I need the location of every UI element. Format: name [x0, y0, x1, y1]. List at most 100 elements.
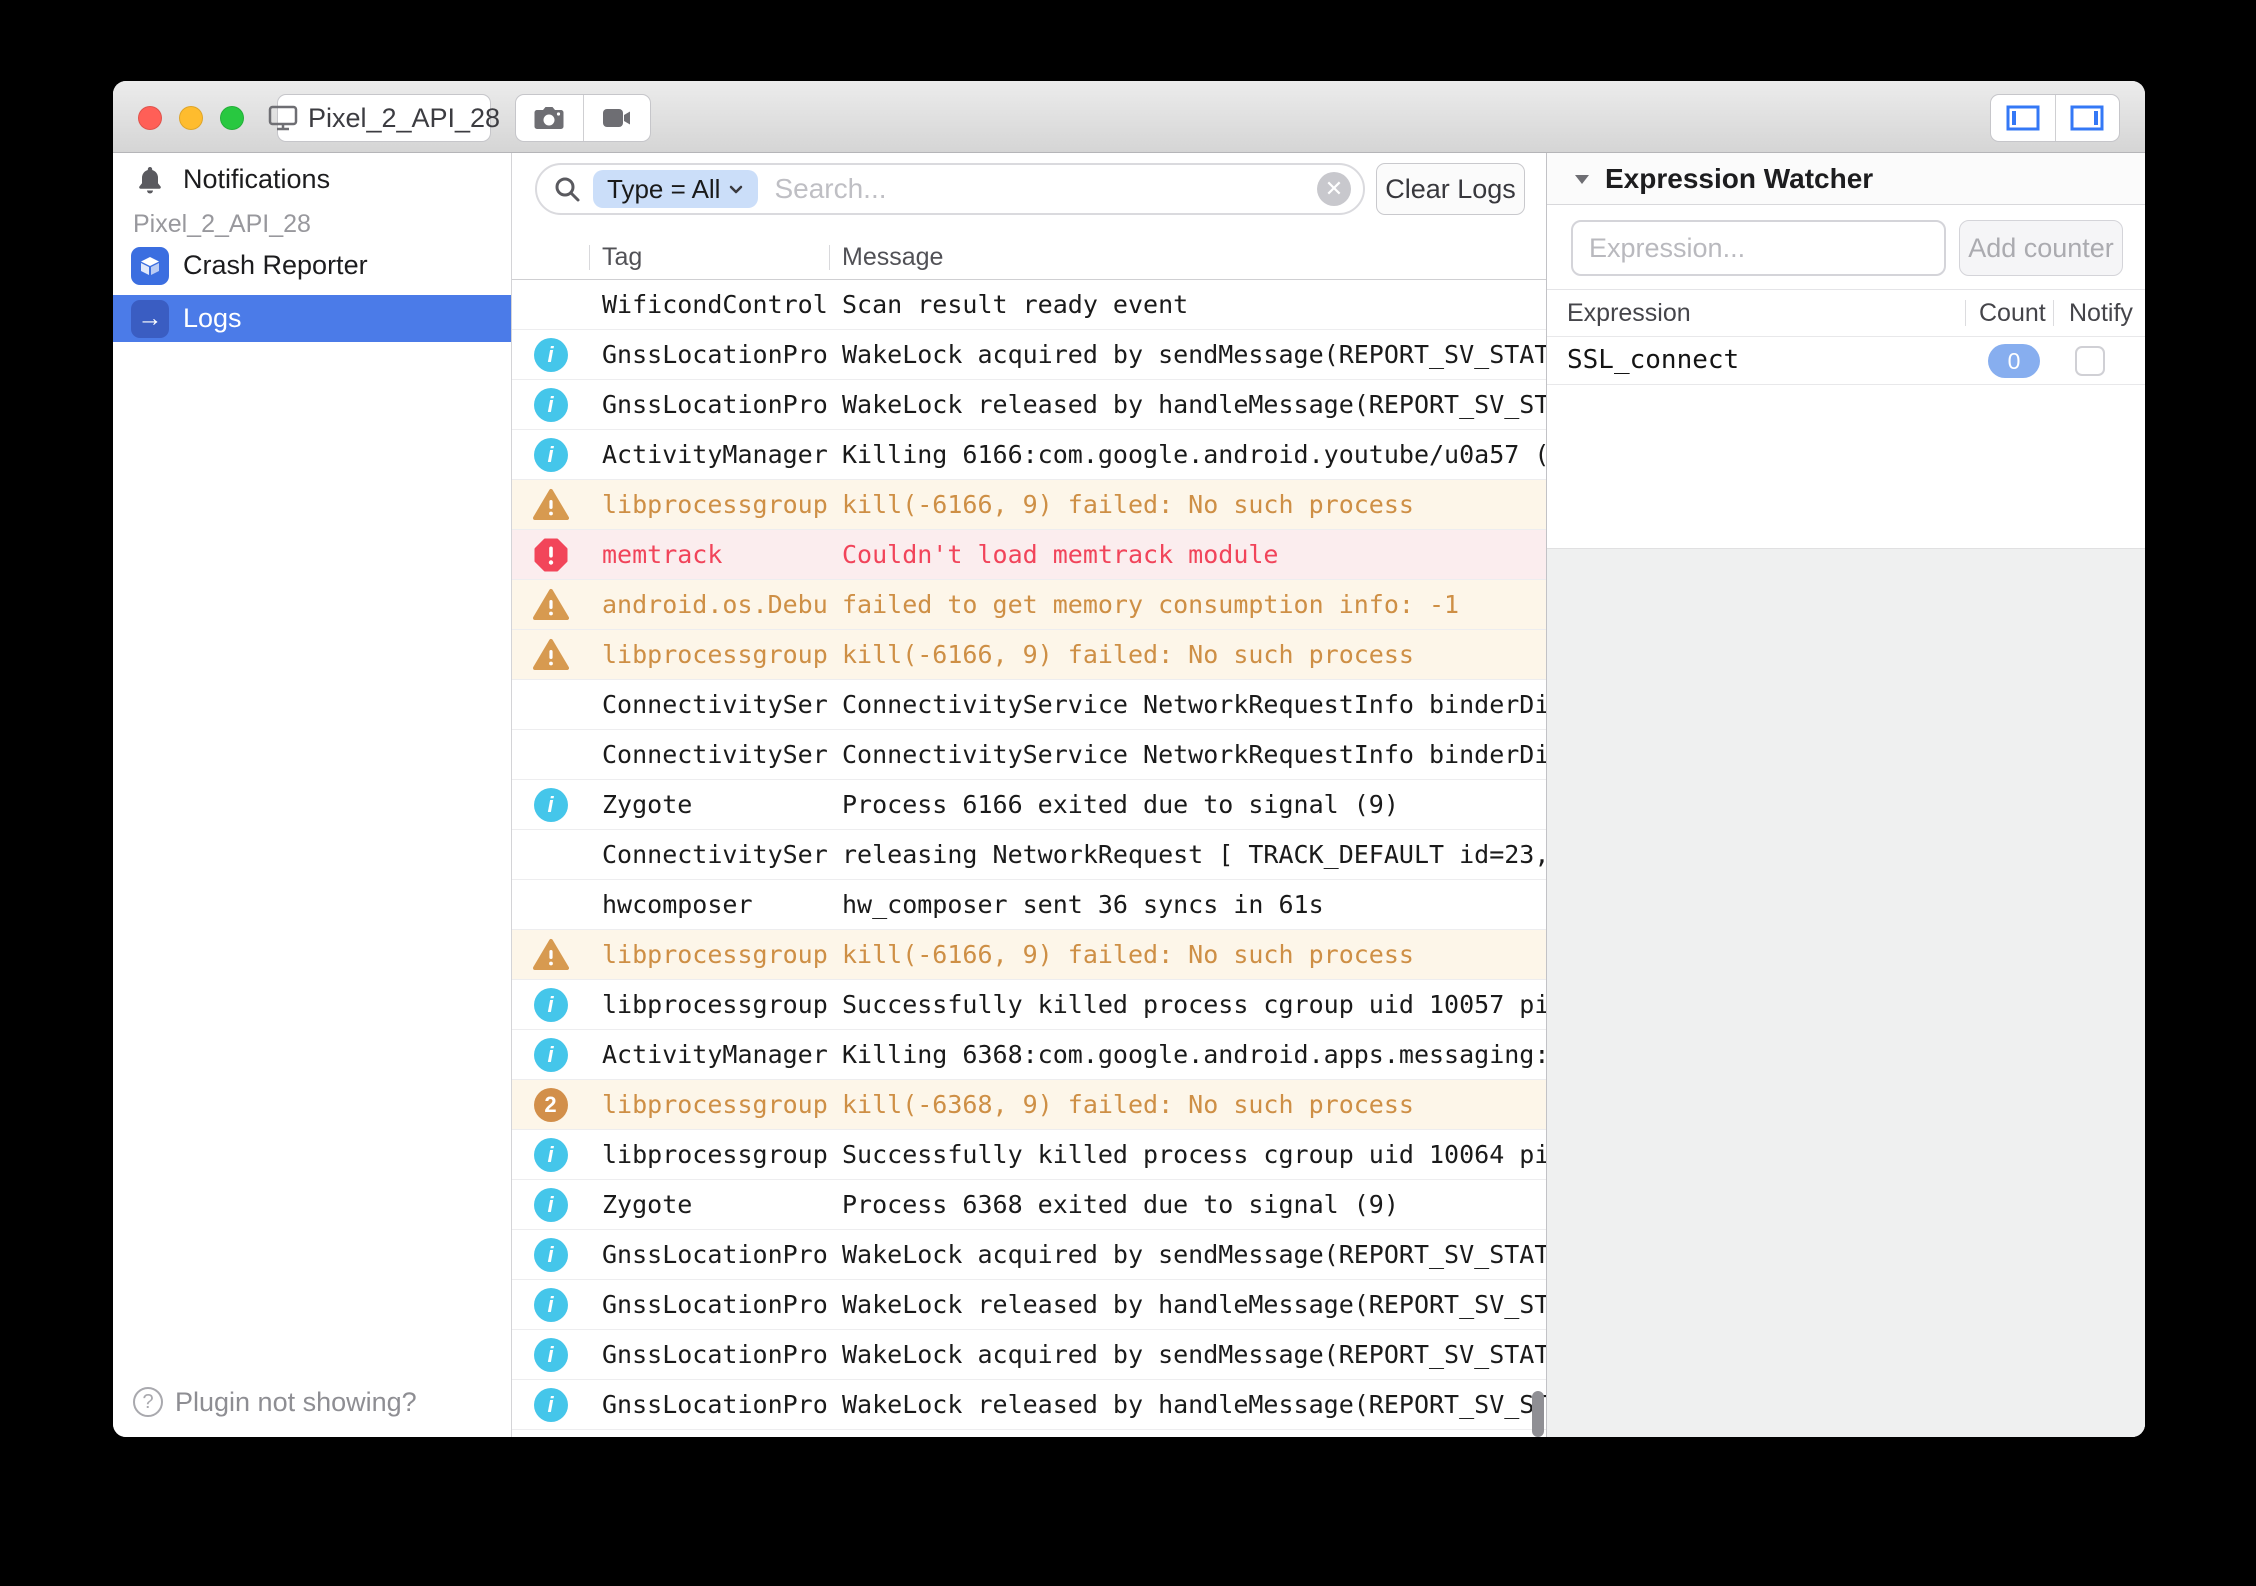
log-row[interactable]: ConnectivityServiceConnectivityService N…: [512, 680, 1546, 730]
log-row[interactable]: iZygoteProcess 6166 exited due to signal…: [512, 780, 1546, 830]
log-row[interactable]: i ZygoteProcess 6368 exited due to signal…: [512, 1180, 1546, 1230]
watched-expression: SSL_connect: [1567, 345, 1739, 375]
log-message: Couldn't load memtrack module: [829, 540, 1546, 569]
log-row[interactable]: iActivityManagerKilling 6166:com.google.…: [512, 430, 1546, 480]
log-row[interactable]: iGnssLocationProviderWakeLock released b…: [512, 1280, 1546, 1330]
log-row[interactable]: ilibprocessgroupSuccessfully killed proc…: [512, 980, 1546, 1030]
log-table-body: WificondControlScan result ready eventiG…: [512, 280, 1546, 1437]
info-icon: i: [534, 338, 568, 372]
log-row[interactable]: hwcomposerhw_composer sent 36 syncs in 6…: [512, 880, 1546, 930]
log-tag: WificondControl: [589, 290, 829, 319]
sidebar: Notifications Pixel_2_API_28 Crash Repor…: [113, 153, 512, 1437]
log-row[interactable]: iActivityManagerKilling 6368:com.google.…: [512, 1030, 1546, 1080]
log-tag: ActivityManager: [589, 1040, 829, 1069]
log-tag: ConnectivityService: [589, 840, 829, 869]
log-toolbar: Type = All ✕ Clear Logs: [512, 153, 1546, 235]
right-panel-toggle-button[interactable]: [2055, 95, 2120, 141]
info-icon: i: [534, 988, 568, 1022]
type-filter-label: Type = All: [607, 174, 720, 205]
sidebar-item-crash-reporter[interactable]: Crash Reporter: [113, 242, 511, 289]
log-row[interactable]: libprocessgroupkill(-6166, 9) failed: No…: [512, 930, 1546, 980]
sidebar-item-notifications[interactable]: Notifications: [113, 156, 511, 203]
log-tag: GnssLocationProvider: [589, 390, 829, 419]
screenshot-button[interactable]: [516, 95, 583, 141]
warning-icon: [533, 938, 569, 972]
log-tag: memtrack: [589, 540, 829, 569]
log-message: Process 6166 exited due to signal (9): [829, 790, 1546, 819]
log-row[interactable]: ilibprocessgroupSuccessfully killed proc…: [512, 1130, 1546, 1180]
log-tag: android.os.Debug: [589, 590, 829, 619]
log-tag: ConnectivityService: [589, 690, 829, 719]
bell-icon: [131, 161, 169, 199]
column-header-message[interactable]: Message: [842, 243, 943, 272]
log-row[interactable]: ConnectivityServiceConnectivityService N…: [512, 730, 1546, 780]
zoom-button[interactable]: [220, 106, 244, 130]
log-row[interactable]: WificondControlScan result ready event: [512, 280, 1546, 330]
log-message: kill(-6166, 9) failed: No such process: [829, 490, 1546, 519]
clear-logs-button[interactable]: Clear Logs: [1376, 163, 1525, 215]
panel-toggle-group: [1990, 94, 2120, 142]
log-tag: libprocessgroup: [589, 640, 829, 669]
sidebar-item-label: Notifications: [183, 164, 330, 195]
log-row[interactable]: iGnssLocationProviderWakeLock released b…: [512, 1380, 1546, 1430]
log-row[interactable]: memtrackCouldn't load memtrack module: [512, 530, 1546, 580]
search-icon: [553, 175, 581, 203]
log-tag: GnssLocationProvider: [589, 1240, 829, 1269]
log-message: hw_composer sent 36 syncs in 61s: [829, 890, 1546, 919]
minimize-button[interactable]: [179, 106, 203, 130]
info-icon: i: [534, 1138, 568, 1172]
log-message: WakeLock released by handleMessage(REPOR…: [829, 1290, 1546, 1319]
left-panel-toggle-button[interactable]: [1991, 95, 2055, 141]
count-badge: 0: [1988, 344, 2040, 378]
notify-checkbox[interactable]: [2075, 346, 2105, 376]
log-row[interactable]: iGnssLocationProviderWakeLock acquired b…: [512, 330, 1546, 380]
info-icon: i: [534, 1038, 568, 1072]
capture-button-group: [515, 94, 651, 142]
crash-reporter-icon: [131, 247, 169, 285]
log-message: kill(-6166, 9) failed: No such process: [829, 640, 1546, 669]
search-input[interactable]: [774, 173, 1317, 205]
log-row[interactable]: 2libprocessgroupkill(-6368, 9) failed: N…: [512, 1080, 1546, 1130]
log-message: ConnectivityService NetworkRequestInfo b…: [829, 690, 1546, 719]
log-tag: libprocessgroup: [589, 490, 829, 519]
expression-watcher-panel: Expression Watcher Add counter Expressio…: [1547, 153, 2145, 1437]
log-row[interactable]: libprocessgroupkill(-6166, 9) failed: No…: [512, 480, 1546, 530]
device-selector-button[interactable]: Pixel_2_API_28: [277, 94, 491, 142]
log-row[interactable]: ConnectivityServicereleasing NetworkRequ…: [512, 830, 1546, 880]
log-tag: hwcomposer: [589, 890, 829, 919]
log-row[interactable]: libprocessgroupkill(-6166, 9) failed: No…: [512, 630, 1546, 680]
type-filter-pill[interactable]: Type = All: [593, 170, 758, 208]
log-scrollbar-thumb[interactable]: [1532, 1391, 1544, 1437]
expression-input[interactable]: [1571, 220, 1946, 276]
info-icon: i: [534, 1288, 568, 1322]
question-mark-icon: ?: [133, 1387, 163, 1417]
sidebar-item-logs[interactable]: → Logs: [113, 295, 511, 342]
watcher-empty-area: [1547, 548, 2145, 1437]
log-table-header: Tag Message: [512, 235, 1546, 280]
monitor-icon: [268, 104, 298, 132]
chevron-down-icon: [728, 183, 744, 195]
info-icon: i: [534, 1188, 568, 1222]
plugin-help-label: Plugin not showing?: [175, 1387, 417, 1418]
log-row[interactable]: android.os.Debugfailed to get memory con…: [512, 580, 1546, 630]
log-row[interactable]: iGnssLocationProviderWakeLock acquired b…: [512, 1330, 1546, 1380]
watcher-row[interactable]: SSL_connect 0: [1547, 337, 2145, 385]
column-header-tag[interactable]: Tag: [602, 243, 642, 272]
app-window: Pixel_2_API_28: [113, 81, 2145, 1437]
log-row[interactable]: iGnssLocationProviderWakeLock released b…: [512, 380, 1546, 430]
log-message: Process 6368 exited due to signal (9): [829, 1190, 1546, 1219]
log-tag: ConnectivityService: [589, 740, 829, 769]
screen-record-button[interactable]: [583, 95, 651, 141]
log-message: WakeLock acquired by sendMessage(REPORT_…: [829, 340, 1546, 369]
log-row[interactable]: iGnssLocationProviderWakeLock acquired b…: [512, 1230, 1546, 1280]
close-button[interactable]: [138, 106, 162, 130]
log-tag: Zygote: [589, 790, 829, 819]
plugin-help-link[interactable]: ? Plugin not showing?: [113, 1379, 511, 1425]
add-counter-button[interactable]: Add counter: [1959, 220, 2123, 276]
clear-search-icon[interactable]: ✕: [1317, 172, 1351, 206]
log-message: WakeLock acquired by sendMessage(REPORT_…: [829, 1340, 1546, 1369]
log-search-field[interactable]: Type = All ✕: [535, 163, 1365, 215]
titlebar: Pixel_2_API_28: [113, 81, 2145, 153]
log-tag: Zygote: [589, 1190, 829, 1219]
expression-watcher-header[interactable]: Expression Watcher: [1547, 153, 2145, 205]
